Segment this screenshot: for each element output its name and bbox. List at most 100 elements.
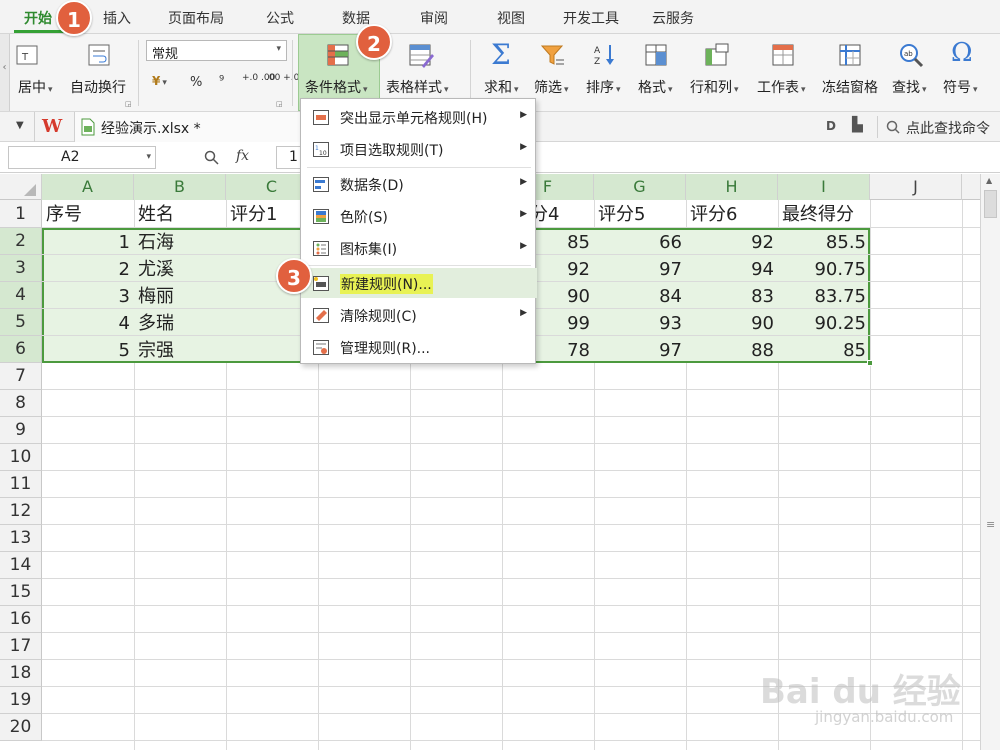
cell[interactable]: 83.75 bbox=[778, 283, 870, 310]
tab-developer[interactable]: 开发工具 bbox=[563, 8, 619, 28]
number-format-select[interactable]: 常规 ▾ bbox=[146, 40, 287, 62]
tab-review[interactable]: 审阅 bbox=[420, 8, 448, 28]
row-header[interactable]: 9 bbox=[0, 417, 42, 444]
increase-decimal-button[interactable]: +.0 .00 bbox=[242, 74, 275, 83]
column-header[interactable]: I bbox=[778, 174, 870, 200]
cell[interactable]: 92 bbox=[686, 229, 778, 256]
row-header[interactable]: 6 bbox=[0, 336, 42, 363]
row-header[interactable]: 8 bbox=[0, 390, 42, 417]
comma-format-button[interactable]: ⁹ bbox=[219, 74, 224, 89]
row-header[interactable]: 11 bbox=[0, 471, 42, 498]
formula-input[interactable]: 1 bbox=[276, 146, 300, 169]
cell[interactable]: 85.5 bbox=[778, 229, 870, 256]
tab-home[interactable]: 开始 bbox=[24, 8, 52, 28]
menu-item-data-bars[interactable]: 数据条(D) ▶ bbox=[301, 169, 537, 199]
row-header[interactable]: 14 bbox=[0, 552, 42, 579]
row-header[interactable]: 2 bbox=[0, 228, 42, 255]
table-style-button[interactable]: 表格样式 ▾ bbox=[386, 77, 449, 97]
wrap-text-button[interactable]: 自动换行 bbox=[70, 77, 126, 97]
select-all-corner[interactable] bbox=[0, 174, 42, 200]
merge-center-button[interactable]: 居中 ▾ bbox=[18, 77, 53, 97]
menu-item-top-bottom-rules[interactable]: 1 10 项目选取规则(T) ▶ bbox=[301, 134, 537, 164]
sum-button[interactable]: 求和 ▾ bbox=[484, 77, 519, 97]
menu-item-new-rule[interactable]: 新建规则(N)... bbox=[301, 268, 537, 298]
cell[interactable]: 88 bbox=[686, 337, 778, 364]
menu-item-highlight-cells-rules[interactable]: 突出显示单元格规则(H) ▶ bbox=[301, 102, 537, 132]
cell[interactable]: 梅丽 bbox=[134, 283, 226, 310]
cell[interactable]: 97 bbox=[594, 256, 686, 283]
filter-button[interactable]: 筛选 ▾ bbox=[534, 77, 569, 97]
column-header[interactable]: A bbox=[42, 174, 134, 200]
worksheet-button[interactable]: 工作表 ▾ bbox=[757, 77, 806, 97]
column-header[interactable]: B bbox=[134, 174, 226, 200]
row-header[interactable]: 4 bbox=[0, 282, 42, 309]
cell[interactable]: 石海 bbox=[134, 229, 226, 256]
symbol-button[interactable]: 符号 ▾ bbox=[943, 77, 978, 97]
menu-item-icon-sets[interactable]: 图标集(I) ▶ bbox=[301, 233, 537, 263]
cell[interactable]: 93 bbox=[594, 310, 686, 337]
zoom-search-icon[interactable] bbox=[204, 150, 219, 165]
format-button[interactable]: 格式 ▾ bbox=[638, 77, 673, 97]
cell-a1[interactable]: 序号 bbox=[42, 201, 134, 228]
insert-function-button[interactable]: fx bbox=[236, 148, 249, 164]
cell[interactable]: 90.25 bbox=[778, 310, 870, 337]
cell[interactable]: 3 bbox=[42, 283, 134, 310]
row-header[interactable]: 1 bbox=[0, 200, 42, 228]
find-button[interactable]: 查找 ▾ bbox=[892, 77, 927, 97]
cell[interactable]: 多瑞 bbox=[134, 310, 226, 337]
tab-insert[interactable]: 插入 bbox=[103, 8, 131, 28]
row-header[interactable]: 12 bbox=[0, 498, 42, 525]
cell[interactable]: 83 bbox=[686, 283, 778, 310]
vertical-scrollbar[interactable]: ▲ ≡ bbox=[980, 174, 1000, 750]
cell[interactable]: 94 bbox=[686, 256, 778, 283]
row-header[interactable]: 13 bbox=[0, 525, 42, 552]
row-header[interactable]: 16 bbox=[0, 606, 42, 633]
decrease-decimal-button[interactable]: .00 +.0 bbox=[266, 74, 299, 83]
cell[interactable]: 5 bbox=[42, 337, 134, 364]
cell[interactable]: 90 bbox=[686, 310, 778, 337]
tab-view[interactable]: 视图 bbox=[497, 8, 525, 28]
menu-item-color-scales[interactable]: 色阶(S) ▶ bbox=[301, 201, 537, 231]
dialog-launcher-icon[interactable]: ◲ bbox=[125, 100, 132, 108]
sort-button[interactable]: 排序 ▾ bbox=[586, 77, 621, 97]
command-search-input[interactable]: 点此查找命令 bbox=[906, 118, 990, 138]
cell[interactable]: 2 bbox=[42, 256, 134, 283]
ribbon-scroll-left-icon[interactable]: ‹ bbox=[0, 34, 10, 111]
cell[interactable]: 97 bbox=[594, 337, 686, 364]
cell[interactable]: 66 bbox=[594, 229, 686, 256]
row-header[interactable]: 15 bbox=[0, 579, 42, 606]
row-header[interactable]: 3 bbox=[0, 255, 42, 282]
cell-b1[interactable]: 姓名 bbox=[134, 201, 226, 228]
cell[interactable]: 85 bbox=[778, 337, 870, 364]
menu-item-manage-rules[interactable]: 管理规则(R)... bbox=[301, 332, 537, 362]
column-header[interactable]: G bbox=[594, 174, 686, 200]
row-header[interactable]: 20 bbox=[0, 714, 42, 741]
row-header[interactable]: 17 bbox=[0, 633, 42, 660]
row-column-button[interactable]: 行和列 ▾ bbox=[690, 77, 739, 97]
tab-cloud[interactable]: 云服务 bbox=[652, 8, 694, 28]
pin-icon[interactable]: ▙ bbox=[852, 117, 863, 133]
dialog-launcher-icon[interactable]: ◲ bbox=[276, 100, 283, 108]
percent-format-button[interactable]: % bbox=[190, 75, 202, 90]
row-header[interactable]: 10 bbox=[0, 444, 42, 471]
row-header[interactable]: 5 bbox=[0, 309, 42, 336]
menu-item-clear-rules[interactable]: 清除规则(C) ▶ bbox=[301, 300, 537, 330]
cell-i1[interactable]: 最终得分 bbox=[778, 201, 870, 228]
tab-formulas[interactable]: 公式 bbox=[266, 8, 294, 28]
tab-page-layout[interactable]: 页面布局 bbox=[168, 8, 224, 28]
currency-format-button[interactable]: ¥ ▾ bbox=[152, 74, 167, 88]
row-header[interactable]: 18 bbox=[0, 660, 42, 687]
column-header[interactable]: H bbox=[686, 174, 778, 200]
scroll-up-icon[interactable]: ▲ bbox=[986, 176, 992, 185]
cell-g1[interactable]: 评分5 bbox=[594, 201, 686, 228]
cell[interactable]: 84 bbox=[594, 283, 686, 310]
doc-mode-icon[interactable]: D bbox=[826, 119, 836, 133]
name-box[interactable]: A2 ▾ bbox=[8, 146, 156, 169]
cell[interactable]: 90.75 bbox=[778, 256, 870, 283]
column-header[interactable]: J bbox=[870, 174, 962, 200]
freeze-panes-button[interactable]: 冻结窗格 bbox=[822, 77, 878, 97]
row-header[interactable]: 7 bbox=[0, 363, 42, 390]
quick-access-menu-icon[interactable]: ▼ bbox=[16, 120, 24, 131]
cell[interactable]: 尤溪 bbox=[134, 256, 226, 283]
cell[interactable]: 宗强 bbox=[134, 337, 226, 364]
